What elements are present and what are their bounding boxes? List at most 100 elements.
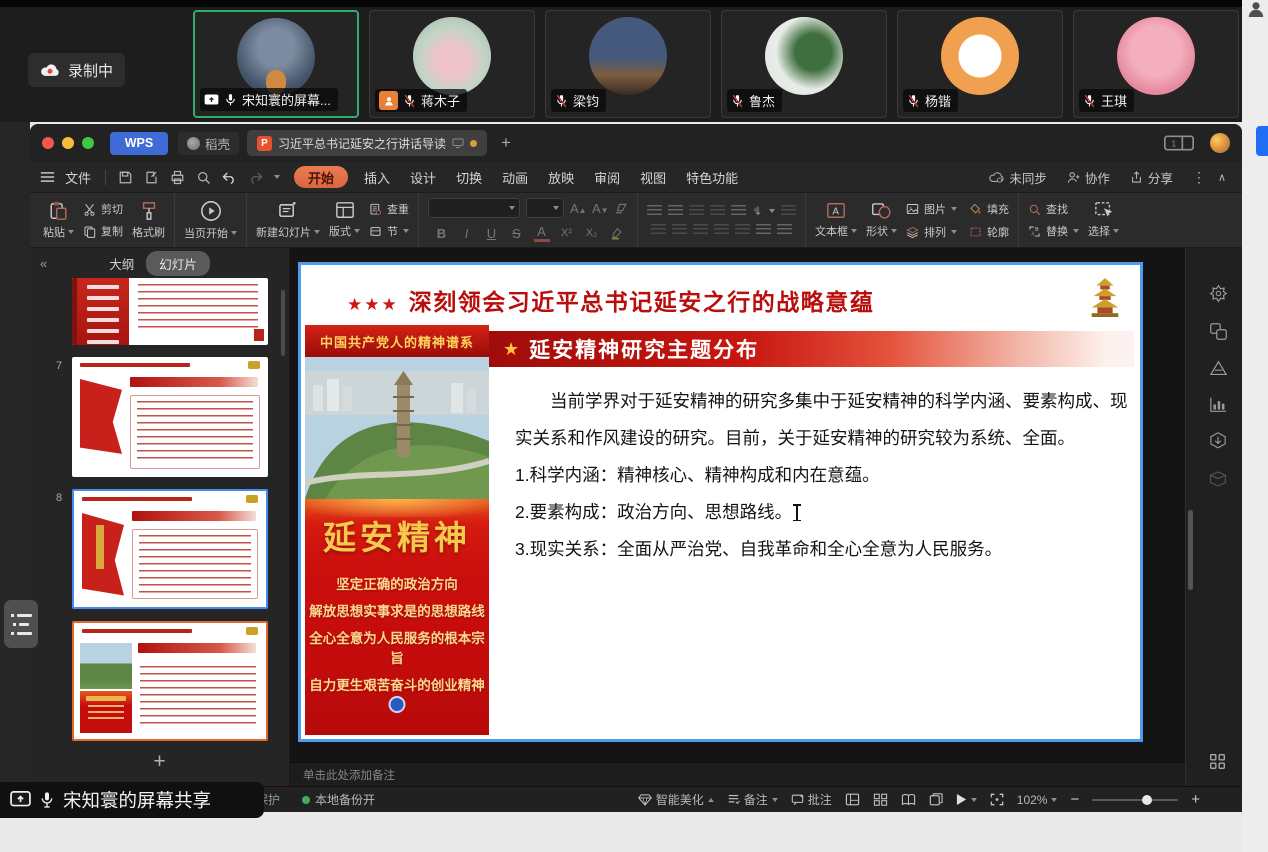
download-tool-icon[interactable] xyxy=(1209,432,1227,451)
new-tab-button[interactable]: + xyxy=(501,133,511,153)
participants-panel-icon[interactable] xyxy=(1247,1,1265,17)
layout-switch-icon[interactable]: 1 xyxy=(1164,135,1194,151)
columns-icon[interactable] xyxy=(781,205,796,217)
format-painter-button[interactable]: 格式刷 xyxy=(132,201,165,240)
collapse-ribbon-icon[interactable]: ∧ xyxy=(1216,171,1232,184)
zoom-slider-knob[interactable] xyxy=(1142,795,1152,805)
menu-animation[interactable]: 动画 xyxy=(492,168,538,187)
menu-view[interactable]: 视图 xyxy=(630,168,676,187)
floating-outline-handle[interactable] xyxy=(4,600,38,648)
pyramid-tool-icon[interactable] xyxy=(1209,360,1228,377)
justify-icon[interactable] xyxy=(714,224,729,236)
menu-slideshow[interactable]: 放映 xyxy=(538,168,584,187)
slide-body-text[interactable]: 当前学界对于延安精神的研究多集中于延安精神的科学内涵、要素构成、现实关系和作风建… xyxy=(515,383,1130,568)
export-pdf-icon[interactable] xyxy=(144,170,159,185)
tab-slides[interactable]: 幻灯片 xyxy=(146,251,210,276)
new-slide-button[interactable]: 新建幻灯片 xyxy=(256,201,320,240)
quick-toolbar-dropdown-icon[interactable] xyxy=(274,175,280,179)
slide-thumbnail-8[interactable] xyxy=(72,489,268,609)
increase-font-icon[interactable]: A▲ xyxy=(570,201,586,216)
document-tab[interactable]: P 习近平总书记延安之行讲话导读 xyxy=(247,130,487,156)
textbox-button[interactable]: A 文本框 xyxy=(815,201,857,239)
char-shading-button[interactable]: A xyxy=(534,224,550,242)
minimize-window-button[interactable] xyxy=(62,137,74,149)
highlight-button[interactable] xyxy=(609,227,623,240)
dup-check-button[interactable]: 查重 xyxy=(369,201,409,217)
tile-participant-4[interactable]: 鲁杰 xyxy=(721,10,887,118)
tab-outline[interactable]: 大纲 xyxy=(109,254,134,273)
menu-insert[interactable]: 插入 xyxy=(354,168,400,187)
docer-tab[interactable]: 稻壳 xyxy=(178,132,239,155)
increase-indent-icon[interactable] xyxy=(710,205,725,217)
line-spacing-icon[interactable] xyxy=(731,205,746,217)
text-direction-icon[interactable]: A xyxy=(752,205,775,218)
redo-icon[interactable] xyxy=(248,171,263,184)
decrease-indent-icon[interactable] xyxy=(689,205,704,217)
align-center-icon[interactable] xyxy=(672,224,687,236)
subscript-button[interactable]: X₂ xyxy=(584,227,600,239)
tile-participant-1[interactable]: 宋知寰的屏幕... xyxy=(193,10,359,118)
align-left-icon[interactable] xyxy=(651,224,666,236)
paragraph-layout-icon[interactable] xyxy=(756,224,771,236)
play-slideshow-button[interactable] xyxy=(956,793,977,806)
panel-toggle-button[interactable] xyxy=(1256,126,1268,156)
copy-button[interactable]: 复制 xyxy=(83,223,123,239)
panel-scrollbar[interactable] xyxy=(281,290,285,356)
sync-status-button[interactable]: 未同步 xyxy=(980,168,1056,187)
slide-thumbnail-9-current[interactable] xyxy=(72,621,268,741)
hamburger-icon[interactable] xyxy=(40,171,55,183)
arrange-button[interactable]: 排列 xyxy=(906,224,957,240)
fit-slide-button[interactable] xyxy=(990,793,1004,806)
mascot-icon[interactable] xyxy=(1210,133,1230,153)
add-slide-button[interactable]: + xyxy=(30,750,289,774)
text-tools-icon[interactable] xyxy=(777,224,792,236)
numbered-list-icon[interactable] xyxy=(668,205,683,217)
slide-thumbnail-partial[interactable] xyxy=(72,278,268,345)
tile-participant-2[interactable]: 蒋木子 xyxy=(369,10,535,118)
menu-design[interactable]: 设计 xyxy=(400,168,446,187)
notes-button[interactable]: 备注 xyxy=(727,791,778,808)
close-window-button[interactable] xyxy=(42,137,54,149)
underline-button[interactable]: U xyxy=(484,226,500,241)
menu-special-features[interactable]: 特色功能 xyxy=(676,168,748,187)
resource-box-icon[interactable] xyxy=(1209,470,1227,487)
menu-file[interactable]: 文件 xyxy=(55,168,101,187)
view-normal-button[interactable] xyxy=(845,793,860,806)
play-from-current-button[interactable]: 当页开始 xyxy=(184,200,237,241)
notes-bar[interactable]: 单击此处添加备注 xyxy=(290,762,1185,786)
outline-button[interactable]: 轮廓 xyxy=(969,224,1009,240)
menu-home-active[interactable]: 开始 xyxy=(294,166,348,188)
cut-button[interactable]: 剪切 xyxy=(83,201,123,217)
undo-icon[interactable] xyxy=(222,171,237,184)
tile-participant-3[interactable]: 梁钧 xyxy=(545,10,711,118)
view-sorter-button[interactable] xyxy=(873,793,888,806)
distribute-icon[interactable] xyxy=(735,224,750,236)
shape-switch-icon[interactable] xyxy=(1209,322,1228,341)
align-right-icon[interactable] xyxy=(693,224,708,236)
collaborate-button[interactable]: 协作 xyxy=(1058,168,1119,187)
save-icon[interactable] xyxy=(118,170,133,185)
print-icon[interactable] xyxy=(170,170,185,185)
replace-button[interactable]: AB 替换 xyxy=(1028,223,1079,239)
zoom-in-button[interactable]: + xyxy=(1191,791,1200,808)
find-button[interactable]: 查找 xyxy=(1028,201,1079,217)
picture-button[interactable]: 图片 xyxy=(906,201,957,217)
chart-tool-icon[interactable] xyxy=(1209,396,1228,413)
clear-format-icon[interactable] xyxy=(614,202,628,215)
slide-thumbnail-7[interactable] xyxy=(72,357,268,477)
tile-participant-5[interactable]: 杨锴 xyxy=(897,10,1063,118)
share-button[interactable]: 分享 xyxy=(1121,168,1182,187)
italic-button[interactable]: I xyxy=(459,226,475,241)
menu-review[interactable]: 审阅 xyxy=(584,168,630,187)
more-menu-icon[interactable]: ⋮ xyxy=(1184,169,1214,186)
local-backup-status[interactable]: 本地备份开 xyxy=(302,791,375,808)
strikethrough-button[interactable]: S xyxy=(509,226,525,241)
seal-tool-icon[interactable] xyxy=(1209,284,1228,303)
slide-title[interactable]: ★★★ 深刻领会习近平总书记延安之行的战略意蕴 xyxy=(347,283,874,317)
menu-transition[interactable]: 切换 xyxy=(446,168,492,187)
editor-scrollbar[interactable] xyxy=(1188,510,1193,590)
shapes-button[interactable]: 形状 xyxy=(866,201,897,239)
view-reading-button[interactable] xyxy=(901,793,916,806)
tile-participant-6[interactable]: 王琪 xyxy=(1073,10,1239,118)
collapse-panel-icon[interactable]: « xyxy=(40,256,47,271)
